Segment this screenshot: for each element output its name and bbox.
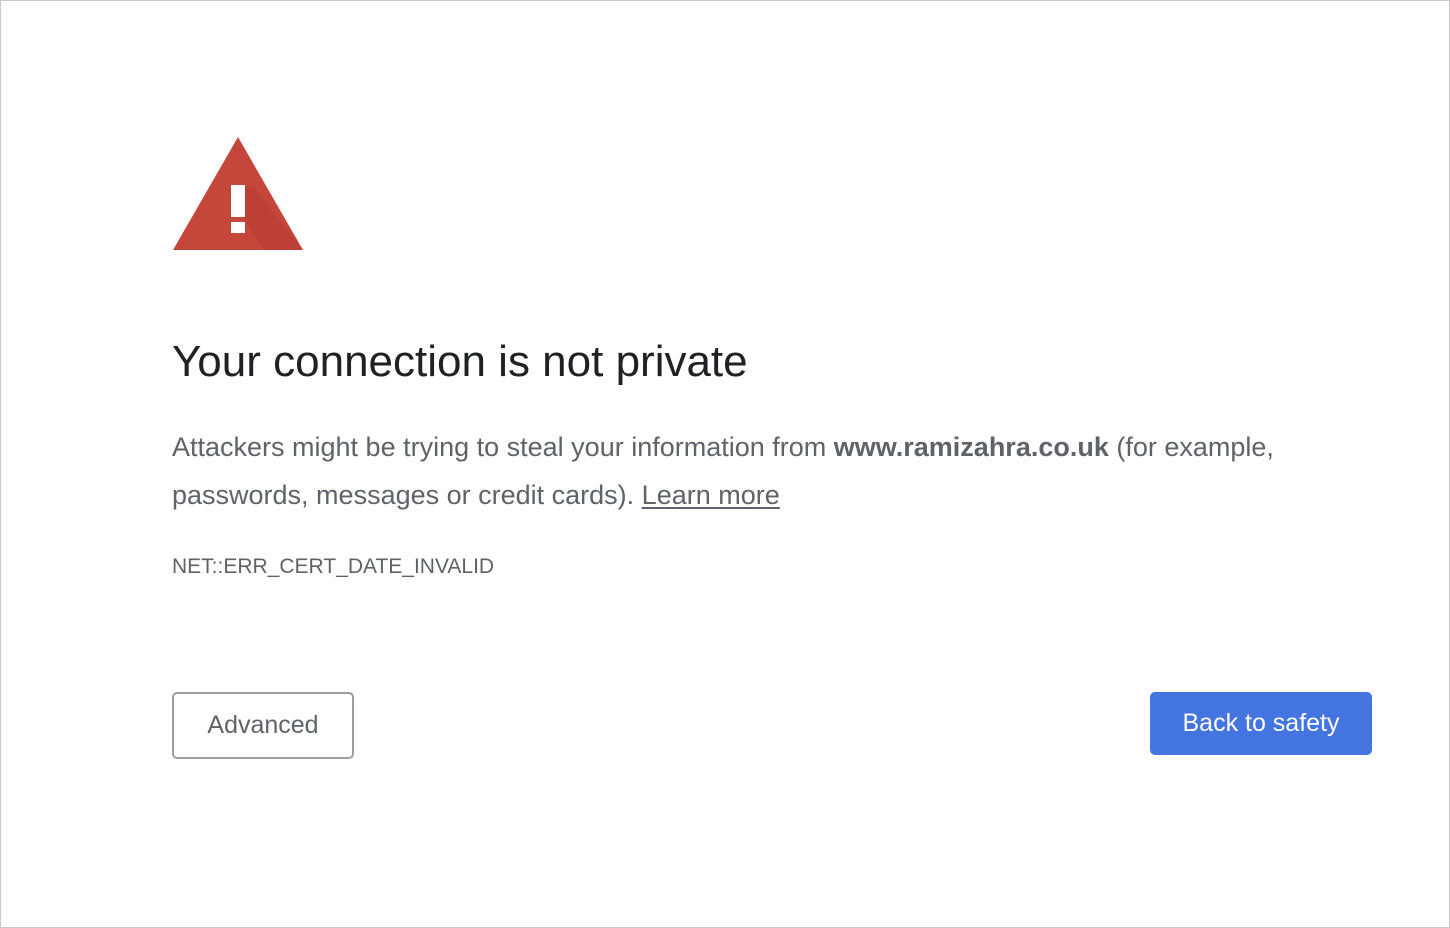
site-host: www.ramizahra.co.uk (833, 432, 1109, 462)
back-to-safety-button[interactable]: Back to safety (1150, 692, 1372, 755)
description-text: Attackers might be trying to steal your … (172, 432, 834, 462)
learn-more-link[interactable]: Learn more (642, 480, 780, 510)
browser-page: Your connection is not private Attackers… (0, 0, 1450, 928)
warning-triangle-icon (173, 137, 303, 250)
error-code: NET::ERR_CERT_DATE_INVALID (172, 555, 495, 578)
page-title: Your connection is not private (172, 337, 748, 386)
advanced-button[interactable]: Advanced (172, 692, 354, 759)
warning-description: Attackers might be trying to steal your … (172, 423, 1372, 519)
